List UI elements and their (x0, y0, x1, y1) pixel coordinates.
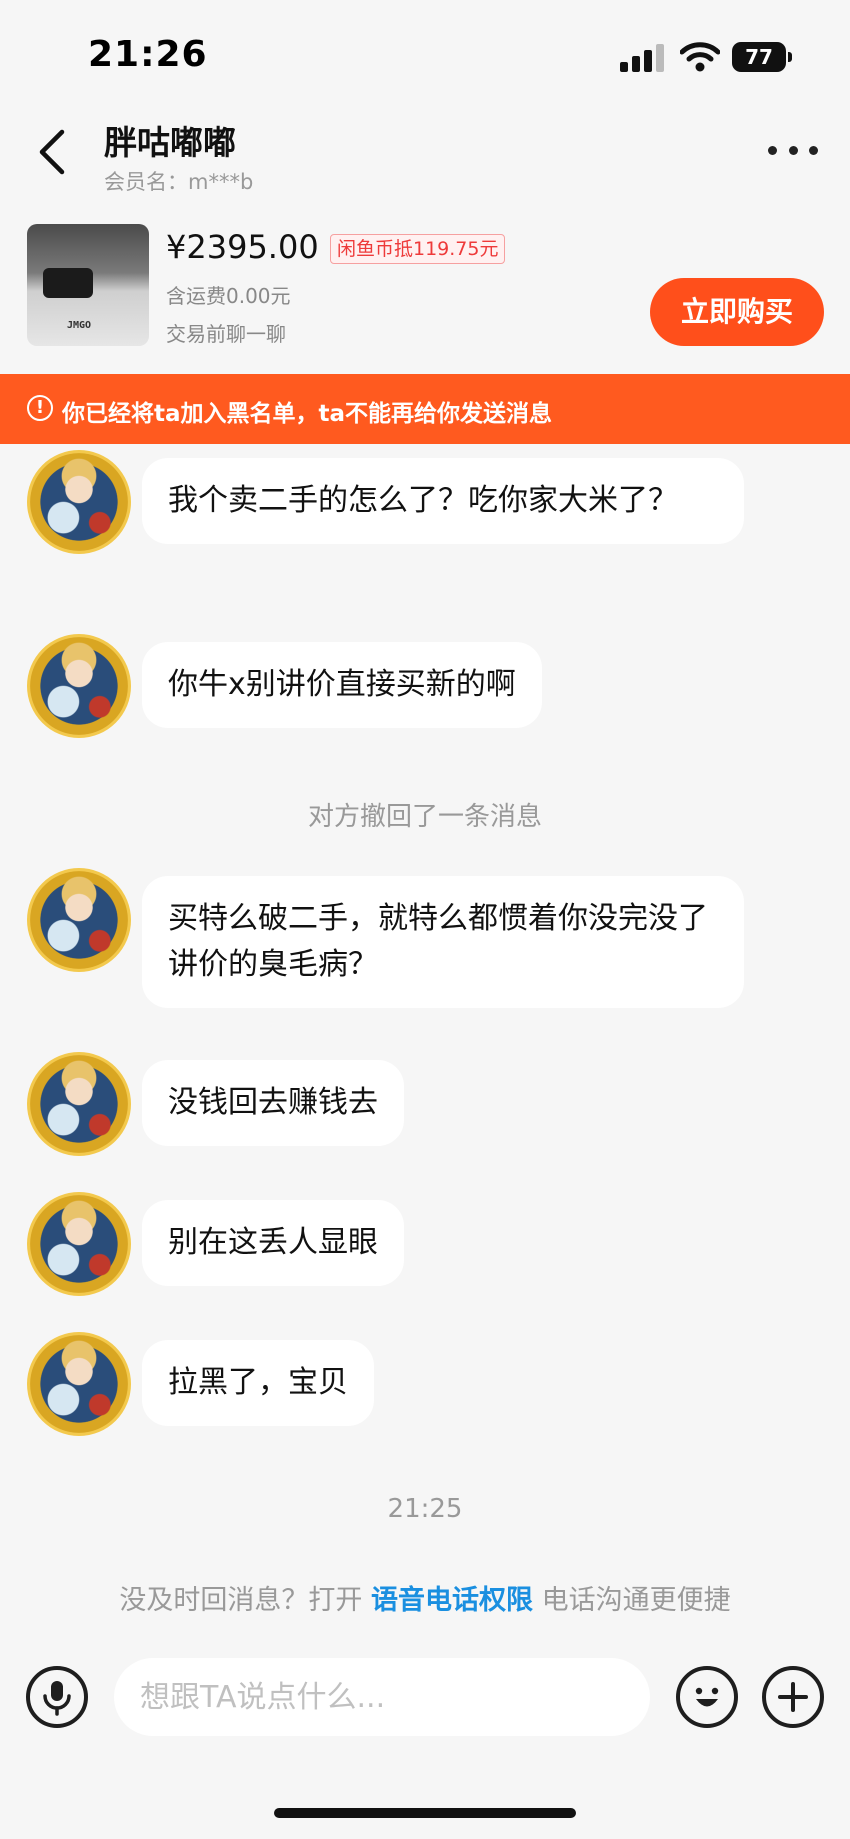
product-brand-mark: JMGO (67, 320, 92, 331)
signal-icon (620, 44, 666, 72)
home-indicator[interactable] (274, 1808, 576, 1818)
product-price: ¥2395.00 (166, 228, 319, 266)
banner-text: 你已经将ta加入黑名单，ta不能再给你发送消息 (62, 401, 553, 427)
emoji-icon (695, 1687, 719, 1707)
coin-discount-badge: 闲鱼币抵119.75元 (330, 234, 506, 264)
contact-name: 胖咕嘟嘟 (104, 123, 236, 162)
permission-tip-prefix: 没及时回消息？打开 (119, 1585, 363, 1616)
message-bubble[interactable]: 买特么破二手，就特么都惯着你没完没了讲价的臭毛病？ (142, 876, 744, 1008)
contact-avatar[interactable] (27, 1052, 131, 1156)
message-input[interactable] (114, 1658, 650, 1736)
back-icon[interactable] (32, 126, 76, 178)
contact-avatar[interactable] (27, 868, 131, 972)
wifi-icon (680, 42, 720, 72)
warning-icon: ! (27, 395, 53, 421)
battery-level: 77 (732, 42, 786, 72)
message-bubble[interactable]: 我个卖二手的怎么了？吃你家大米了？ (142, 458, 744, 544)
chat-timestamp: 21:25 (387, 1494, 463, 1524)
message-bubble[interactable]: 拉黑了，宝贝 (142, 1340, 374, 1426)
plus-icon (778, 1682, 808, 1712)
contact-avatar[interactable] (27, 450, 131, 554)
more-icon[interactable] (768, 138, 818, 162)
product-thumbnail[interactable]: JMGO (27, 224, 149, 346)
chat-first-hint: 交易前聊一聊 (166, 322, 286, 346)
microphone-icon (43, 1681, 71, 1716)
input-bar (0, 1650, 850, 1750)
more-actions-button[interactable] (762, 1666, 824, 1728)
recall-notice: 对方撤回了一条消息 (307, 802, 542, 832)
shipping-fee: 含运费0.00元 (166, 284, 291, 308)
buy-now-button[interactable]: 立即购买 (650, 278, 824, 346)
voice-permission-tip: 没及时回消息？打开 语音电话权限 电话沟通更便捷 (0, 1578, 850, 1617)
contact-avatar[interactable] (27, 1192, 131, 1296)
voice-permission-link[interactable]: 语音电话权限 (371, 1585, 533, 1616)
chat-header: 胖咕嘟嘟 会员名：m***b (0, 100, 850, 200)
message-bubble[interactable]: 别在这丢人显眼 (142, 1200, 404, 1286)
message-bubble[interactable]: 没钱回去赚钱去 (142, 1060, 404, 1146)
emoji-button[interactable] (676, 1666, 738, 1728)
status-time: 21:26 (88, 34, 208, 75)
permission-tip-suffix: 电话沟通更便捷 (541, 1585, 731, 1616)
battery-icon: 77 (732, 42, 792, 72)
product-card[interactable]: JMGO ¥2395.00 闲鱼币抵119.75元 含运费0.00元 交易前聊一… (0, 210, 850, 350)
member-name: 会员名：m***b (104, 170, 254, 194)
contact-avatar[interactable] (27, 634, 131, 738)
blacklist-banner: ! 你已经将ta加入黑名单，ta不能再给你发送消息 (0, 374, 850, 444)
message-bubble[interactable]: 你牛x别讲价直接买新的啊 (142, 642, 542, 728)
contact-avatar[interactable] (27, 1332, 131, 1436)
status-bar: 21:26 77 (0, 0, 850, 100)
voice-button[interactable] (26, 1666, 88, 1728)
